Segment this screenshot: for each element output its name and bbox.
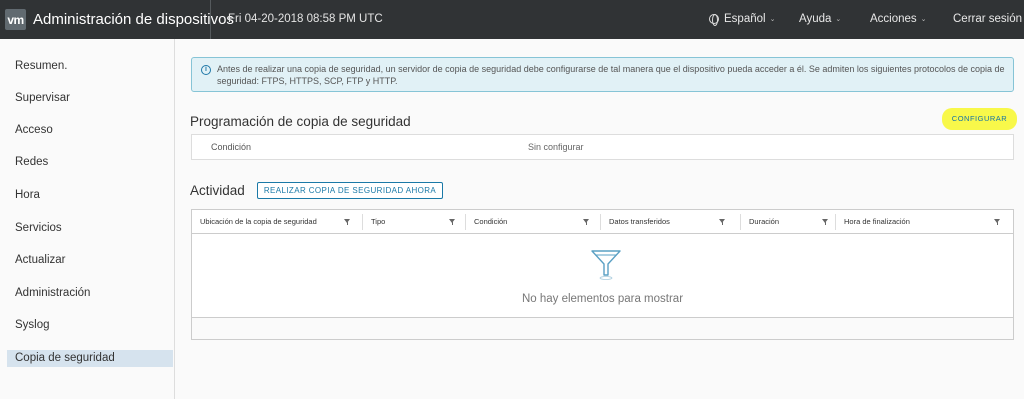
column-header-finish-time[interactable]: Hora de finalización [836, 210, 1013, 234]
logout-label: Cerrar sesión [953, 13, 1023, 25]
filter-icon[interactable] [994, 219, 1000, 225]
globe-icon [709, 14, 719, 26]
vmware-logo: vm [5, 9, 26, 30]
schedule-status-row: Condición Sin configurar [191, 134, 1014, 160]
language-menu[interactable]: Español ⌄ [709, 13, 776, 26]
activity-title: Actividad [190, 183, 245, 198]
sidebar-item-summary[interactable]: Resumen. [7, 58, 173, 75]
logout-link[interactable]: Cerrar sesión [953, 13, 1022, 25]
header-divider [210, 0, 211, 39]
filter-icon[interactable] [449, 219, 455, 225]
help-label: Ayuda [799, 13, 832, 25]
sidebar-item-time[interactable]: Hora [7, 187, 173, 204]
app-title: Administración de dispositivos [33, 11, 234, 28]
column-header-location[interactable]: Ubicación de la copia de seguridad [192, 210, 362, 234]
grid-header: Ubicación de la copia de seguridad Tipo … [192, 210, 1013, 234]
actions-menu[interactable]: Acciones ⌄ [870, 13, 927, 25]
info-alert: i Antes de realizar una copia de segurid… [191, 57, 1014, 92]
header-datetime: Fri 04-20-2018 08:58 PM UTC [228, 13, 383, 25]
chevron-down-icon: ⌄ [835, 16, 842, 23]
actions-label: Acciones [870, 13, 917, 25]
filter-icon[interactable] [344, 219, 350, 225]
chevron-down-icon: ⌄ [769, 16, 776, 23]
main-content: i Antes de realizar una copia de segurid… [176, 39, 1024, 399]
schedule-title: Programación de copia de seguridad [190, 114, 411, 129]
sidebar-item-networking[interactable]: Redes [7, 154, 173, 171]
empty-state-text: No hay elementos para mostrar [521, 293, 684, 305]
help-menu[interactable]: Ayuda ⌄ [799, 13, 841, 25]
sidebar-item-monitor[interactable]: Supervisar [7, 90, 173, 107]
chevron-down-icon: ⌄ [920, 16, 927, 23]
filter-icon[interactable] [719, 219, 725, 225]
sidebar-item-administration[interactable]: Administración [7, 285, 173, 302]
column-header-status[interactable]: Condición [466, 210, 600, 234]
alert-text: Antes de realizar una copia de seguridad… [217, 64, 1005, 86]
status-value: Sin configurar [528, 142, 584, 152]
filter-icon[interactable] [822, 219, 828, 225]
filter-funnel-icon [591, 250, 621, 280]
configure-button[interactable]: CONFIGURAR [942, 108, 1017, 130]
filter-icon[interactable] [583, 219, 589, 225]
status-label: Condición [211, 142, 252, 152]
sidebar: Resumen. Supervisar Acceso Redes Hora Se… [0, 39, 175, 399]
column-header-duration[interactable]: Duración [741, 210, 835, 234]
activity-grid: Ubicación de la copia de seguridad Tipo … [191, 209, 1014, 340]
language-label: Español [724, 13, 766, 25]
sidebar-item-update[interactable]: Actualizar [7, 252, 173, 269]
info-icon: i [201, 65, 211, 75]
sidebar-item-backup[interactable]: Copia de seguridad [7, 350, 173, 367]
backup-now-button[interactable]: REALIZAR COPIA DE SEGURIDAD AHORA [257, 182, 443, 199]
sidebar-item-access[interactable]: Acceso [7, 122, 173, 139]
top-header: vm Administración de dispositivos Fri 04… [0, 0, 1024, 39]
sidebar-item-syslog[interactable]: Syslog [7, 317, 173, 334]
sidebar-item-services[interactable]: Servicios [7, 220, 173, 237]
grid-footer [192, 317, 1013, 339]
